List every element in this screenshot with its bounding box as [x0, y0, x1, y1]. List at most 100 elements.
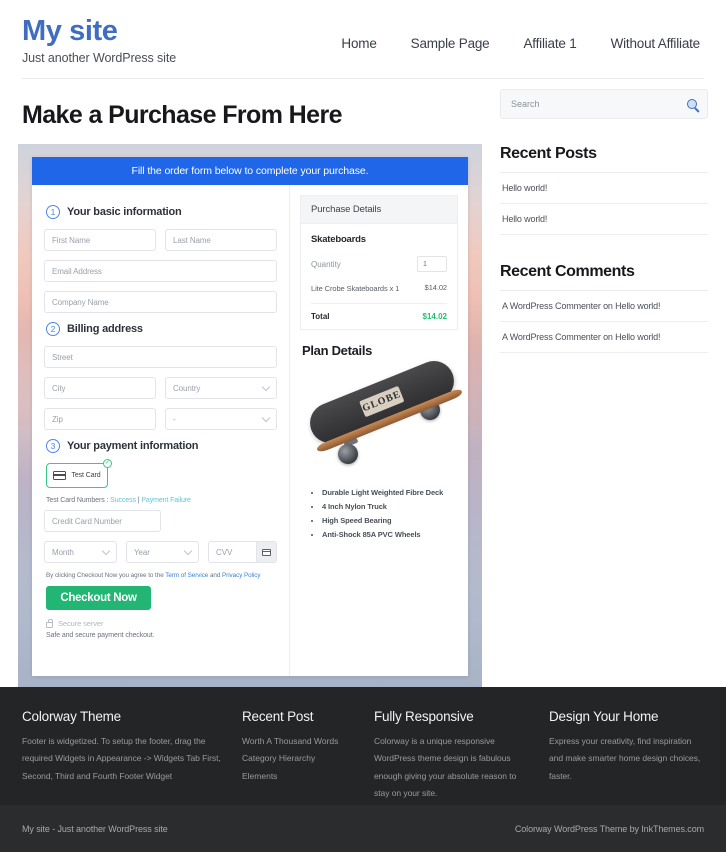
company-input[interactable]: Company Name [44, 291, 277, 313]
nav-item-without-affiliate[interactable]: Without Affiliate [611, 36, 701, 51]
country-select-value: Country [173, 383, 201, 393]
terms-middle: and [208, 572, 223, 579]
quantity-input[interactable]: 1 [417, 256, 447, 272]
list-item[interactable]: Hello world! [500, 173, 708, 204]
nav-item-home[interactable]: Home [341, 36, 376, 51]
month-select[interactable]: Month [44, 541, 118, 563]
last-name-input[interactable]: Last Name [165, 229, 277, 251]
credit-card-row: Credit Card Number [44, 510, 277, 532]
state-select-value: - [173, 414, 176, 424]
list-item: Anti-Shock 85A PVC Wheels [322, 528, 458, 542]
total-value: $14.02 [422, 312, 447, 322]
footer-column-text: Colorway is a unique responsive WordPres… [374, 736, 517, 799]
terms-of-service-link[interactable]: Term of Service [165, 572, 208, 579]
email-field-row: Email Address [44, 260, 277, 282]
checkout-banner: Fill the order form below to complete yo… [32, 157, 468, 185]
country-select[interactable]: Country [165, 377, 277, 399]
email-input[interactable]: Email Address [44, 260, 277, 282]
chevron-down-icon [101, 546, 111, 556]
main-content: Make a Purchase From Here Fill the order… [18, 79, 482, 689]
step-number-icon: 1 [46, 205, 60, 219]
recent-posts-list: Hello world! Hello world! [500, 173, 708, 235]
recent-comments-list: A WordPress Commenter on Hello world! A … [500, 291, 708, 353]
line-item-name: Lite Crobe Skateboards x 1 [311, 284, 400, 293]
copyright-left: My site - Just another WordPress site [22, 823, 168, 834]
step-number-icon: 3 [46, 439, 60, 453]
footer-column-title: Fully Responsive [374, 709, 474, 724]
city-input[interactable]: City [44, 377, 156, 399]
site-title[interactable]: My site [22, 16, 176, 47]
list-item[interactable]: A WordPress Commenter on Hello world! [500, 322, 708, 353]
zip-input[interactable]: Zip [44, 408, 156, 430]
list-item[interactable]: Category Hierarchy [242, 750, 354, 767]
chevron-down-icon [261, 413, 271, 423]
sidebar: Search Recent Posts Hello world! Hello w… [500, 79, 708, 689]
list-item[interactable]: A WordPress Commenter on Hello world! [500, 291, 708, 322]
list-item[interactable]: Hello world! [500, 204, 708, 235]
test-card-numbers-line: Test Card Numbers : Success | Payment Fa… [46, 497, 277, 504]
checkout-form: 1 Your basic information First Name Last… [32, 185, 290, 676]
cvv-card-icon [256, 542, 276, 562]
chevron-down-icon [261, 382, 271, 392]
search-placeholder: Search [511, 99, 540, 109]
line-item-row: Lite Crobe Skateboards x 1 $14.02 [311, 283, 447, 305]
first-name-input[interactable]: First Name [44, 229, 156, 251]
footer-column-recent-post: Recent Post Worth A Thousand Words Categ… [242, 709, 354, 803]
cvv-placeholder: CVV [216, 547, 233, 557]
site-tagline: Just another WordPress site [22, 51, 177, 66]
skateboard-image: GLOBE [300, 355, 460, 478]
company-field-row: Company Name [44, 291, 277, 313]
search-input[interactable]: Search [500, 89, 708, 119]
test-card-failure-link[interactable]: Payment Failure [141, 497, 191, 504]
checkout-card: Fill the order form below to complete yo… [32, 157, 468, 676]
list-item[interactable]: Worth A Thousand Words [242, 733, 354, 750]
credit-card-number-input[interactable]: Credit Card Number [44, 510, 161, 532]
privacy-policy-link[interactable]: Privacy Policy [222, 572, 261, 579]
year-select-value: Year [134, 547, 150, 557]
year-select[interactable]: Year [126, 541, 200, 563]
widget-spacer [500, 235, 708, 263]
step-number-icon: 2 [46, 322, 60, 336]
step-label: Your payment information [67, 440, 199, 452]
secure-server-row: Secure server [46, 619, 277, 628]
list-item[interactable]: Elements [242, 768, 354, 785]
test-card-option[interactable]: Test Card ✓ [46, 459, 112, 488]
test-card-success-link[interactable]: Success [110, 497, 136, 504]
footer-column-title: Recent Post [242, 709, 314, 724]
search-icon[interactable] [687, 99, 697, 109]
city-country-row: City Country [44, 377, 277, 399]
footer-column-title: Colorway Theme [22, 709, 121, 724]
site-branding: My site Just another WordPress site [22, 10, 177, 66]
purchase-details-heading: Purchase Details [301, 196, 457, 224]
total-label: Total [311, 312, 330, 322]
secure-server-label: Secure server [58, 619, 104, 628]
purchase-details-box: Purchase Details Skateboards Quantity 1 … [300, 195, 458, 331]
expiry-cvv-row: Month Year CVV [44, 541, 277, 563]
quantity-label: Quantity [311, 259, 341, 269]
nav-item-sample-page[interactable]: Sample Page [411, 36, 490, 51]
footer-recent-post-list: Worth A Thousand Words Category Hierarch… [242, 733, 354, 785]
lock-icon [46, 619, 54, 628]
footer-bottom-bar: My site - Just another WordPress site Co… [0, 805, 726, 852]
footer-columns: Colorway Theme Footer is widgetized. To … [22, 709, 704, 803]
month-select-value: Month [52, 547, 74, 557]
state-select[interactable]: - [165, 408, 277, 430]
checkout-hero: Fill the order form below to complete yo… [18, 144, 482, 689]
terms-prefix: By clicking Checkout Now you agree to th… [46, 572, 166, 579]
list-item: 4 Inch Nylon Truck [322, 500, 458, 514]
site-header: My site Just another WordPress site Home… [0, 0, 726, 78]
street-input[interactable]: Street [44, 346, 277, 368]
main-navigation: Home Sample Page Affiliate 1 Without Aff… [341, 10, 704, 51]
footer-column-title: Design Your Home [549, 709, 659, 724]
page-wrapper: Make a Purchase From Here Fill the order… [0, 79, 726, 689]
step-label: Billing address [67, 323, 143, 335]
step-billing-address: 2 Billing address [46, 322, 277, 336]
test-card-prefix: Test Card Numbers : [46, 497, 111, 504]
cvv-input[interactable]: CVV [208, 541, 277, 563]
recent-comments-title: Recent Comments [500, 263, 708, 291]
nav-item-affiliate-1[interactable]: Affiliate 1 [524, 36, 577, 51]
site-footer: Colorway Theme Footer is widgetized. To … [0, 687, 726, 852]
checkout-now-button[interactable]: Checkout Now [46, 586, 151, 610]
footer-column-fully-responsive: Fully Responsive Colorway is a unique re… [374, 709, 529, 803]
recent-posts-title: Recent Posts [500, 145, 708, 173]
